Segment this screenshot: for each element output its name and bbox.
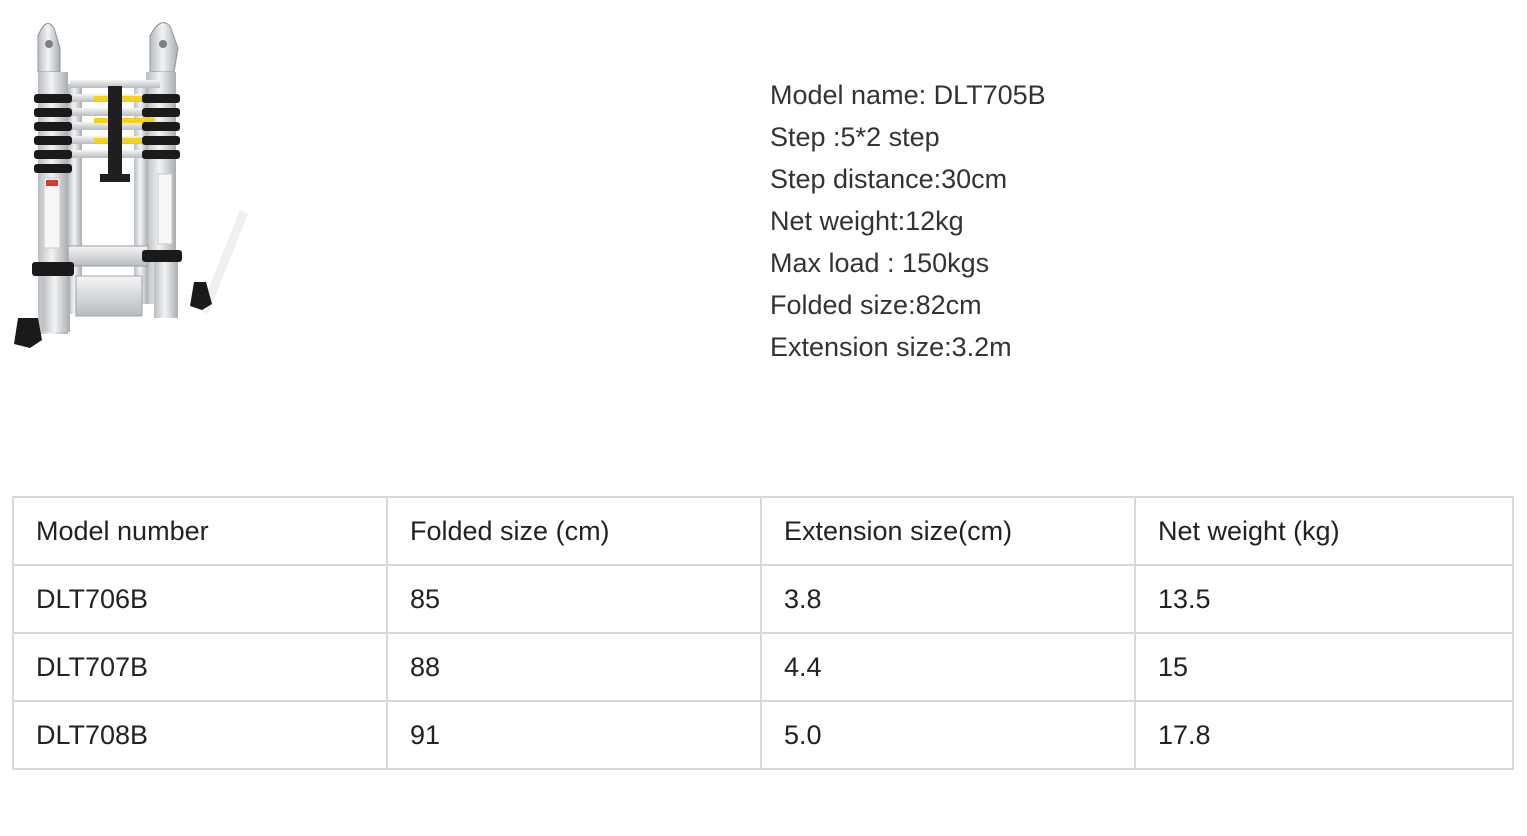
cell-model-number: DLT706B [12,564,388,634]
table-row: DLT707B 88 4.4 15 [12,632,1514,702]
spec-list: Model name: DLT705B Step :5*2 step Step … [770,74,1046,368]
header-net-weight: Net weight (kg) [1134,496,1514,566]
table-row: DLT706B 85 3.8 13.5 [12,564,1514,634]
table-row: DLT708B 91 5.0 17.8 [12,700,1514,770]
spec-step-distance: Step distance:30cm [770,164,1008,194]
cell-net-weight: 13.5 [1134,564,1514,634]
cell-net-weight: 15 [1134,632,1514,702]
cell-extension-size: 4.4 [760,632,1136,702]
spec-extension-size: Extension size:3.2m [770,332,1012,362]
cell-extension-size: 3.8 [760,564,1136,634]
cell-folded-size: 91 [386,700,762,770]
header-model-number: Model number [12,496,388,566]
spec-step: Step :5*2 step [770,122,940,152]
table-header-row: Model number Folded size (cm) Extension … [12,496,1514,566]
cell-model-number: DLT708B [12,700,388,770]
cell-model-number: DLT707B [12,632,388,702]
cell-folded-size: 85 [386,564,762,634]
spec-net-weight: Net weight:12kg [770,206,964,236]
spec-max-load: Max load : 150kgs [770,248,990,278]
header-extension-size: Extension size(cm) [760,496,1136,566]
spec-folded-size: Folded size:82cm [770,290,982,320]
cell-folded-size: 88 [386,632,762,702]
cell-extension-size: 5.0 [760,700,1136,770]
spec-model-name: Model name: DLT705B [770,80,1046,110]
model-spec-table: Model number Folded size (cm) Extension … [12,496,1514,770]
header-folded-size: Folded size (cm) [386,496,762,566]
cell-net-weight: 17.8 [1134,700,1514,770]
ladder-product-image [14,22,248,348]
